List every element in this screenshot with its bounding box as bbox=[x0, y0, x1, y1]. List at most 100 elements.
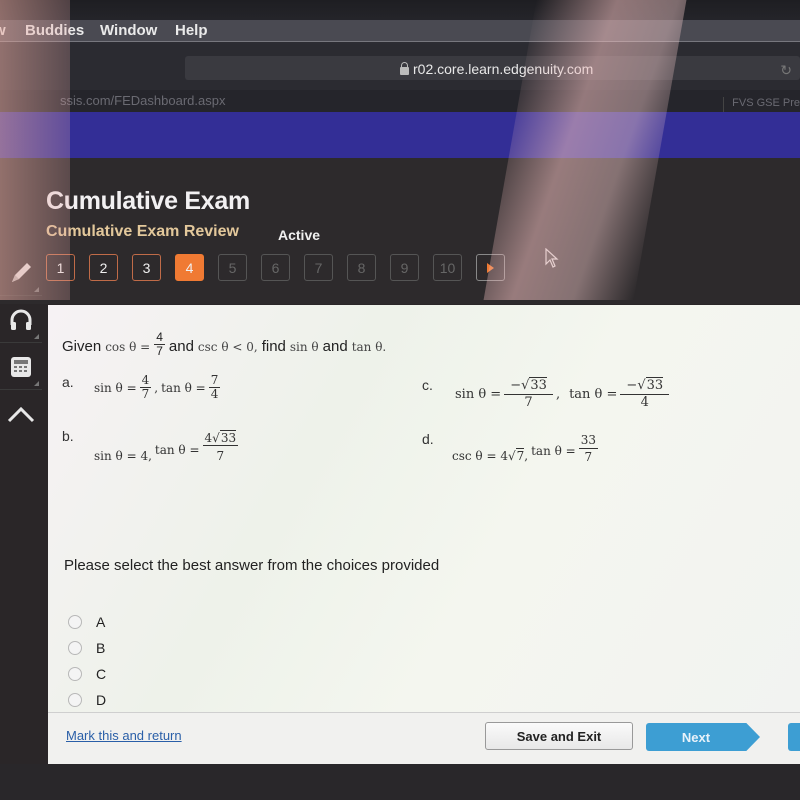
question-button-9[interactable]: 9 bbox=[390, 254, 419, 281]
math-fraction: 33 7 bbox=[578, 432, 598, 465]
choice-b-label: b. bbox=[62, 428, 74, 444]
question-button-4[interactable]: 4 bbox=[175, 254, 204, 281]
math-fraction: 7 4 bbox=[208, 373, 221, 401]
menu-item-window[interactable]: Window bbox=[100, 20, 157, 42]
radicand: 7 bbox=[515, 447, 525, 463]
answer-option-b[interactable]: B bbox=[68, 640, 105, 656]
next-button[interactable]: Next bbox=[646, 723, 760, 751]
math-tan-lhs: tan θ = bbox=[531, 443, 576, 458]
tab-fvs-gse[interactable]: FVS GSE Pre bbox=[723, 97, 800, 113]
fraction-denominator: 4 bbox=[640, 395, 649, 410]
math-csc-value: csc θ = 4√7, bbox=[452, 447, 529, 463]
math-fraction-cos: 4 7 bbox=[154, 331, 165, 358]
fraction-denominator: 4 bbox=[210, 387, 219, 401]
math-tan-lhs: tan θ = bbox=[569, 387, 618, 402]
mouse-cursor-icon bbox=[545, 248, 559, 268]
site-banner bbox=[0, 112, 800, 158]
math-sin: sin θ bbox=[289, 339, 319, 354]
next-question-arrow-button[interactable] bbox=[476, 254, 505, 281]
radicand: 33 bbox=[645, 377, 664, 393]
menu-item-buddies[interactable]: Buddies bbox=[25, 20, 84, 42]
headphones-icon bbox=[10, 309, 32, 330]
fraction-denominator: 7 bbox=[584, 450, 593, 464]
submit-button-partial[interactable] bbox=[788, 723, 800, 751]
question-text-and: and bbox=[322, 338, 348, 355]
menu-item-help[interactable]: Help bbox=[175, 20, 208, 42]
collapse-up-icon bbox=[7, 406, 35, 423]
question-button-7[interactable]: 7 bbox=[304, 254, 333, 281]
reload-icon[interactable]: ↻ bbox=[780, 62, 792, 79]
question-button-2[interactable]: 2 bbox=[89, 254, 118, 281]
choice-a-label: a. bbox=[62, 374, 74, 390]
question-button-10[interactable]: 10 bbox=[433, 254, 462, 281]
coefficient: 4 bbox=[204, 430, 213, 445]
radio-button-b[interactable] bbox=[68, 641, 82, 655]
status-badge: Active bbox=[278, 227, 321, 243]
save-and-exit-button[interactable]: Save and Exit bbox=[485, 722, 633, 750]
math-sin-value: sin θ = 4, bbox=[94, 449, 152, 463]
minus-sign: − bbox=[510, 378, 522, 393]
calculator-tool-button[interactable] bbox=[0, 344, 42, 390]
radicand: 33 bbox=[529, 377, 547, 393]
audio-tool-button[interactable] bbox=[0, 297, 42, 343]
tools-sidebar bbox=[0, 250, 42, 440]
radio-button-c[interactable] bbox=[68, 667, 82, 681]
fraction-numerator: 4 bbox=[154, 330, 165, 345]
fraction-numerator: 7 bbox=[208, 373, 221, 388]
answer-option-d[interactable]: D bbox=[68, 692, 106, 708]
fraction-numerator: 4√33 bbox=[202, 429, 239, 446]
choice-c-expression: sin θ = −√33 7 , tan θ = −√33 4 bbox=[455, 377, 670, 411]
menu-strip: w Buddies Window Help bbox=[0, 20, 800, 42]
pencil-tool-button[interactable] bbox=[0, 250, 42, 296]
radio-button-d[interactable] bbox=[68, 693, 82, 707]
question-button-3[interactable]: 3 bbox=[132, 254, 161, 281]
question-button-5[interactable]: 5 bbox=[218, 254, 247, 281]
question-button-1[interactable]: 1 bbox=[46, 254, 75, 281]
url-display[interactable]: r02.core.learn.edgenuity.com bbox=[400, 61, 593, 77]
mark-and-return-link[interactable]: Mark this and return bbox=[66, 728, 182, 743]
option-label-d[interactable]: D bbox=[96, 692, 106, 708]
math-tan: tan θ. bbox=[351, 339, 387, 354]
radicand: 33 bbox=[219, 429, 237, 445]
choice-d-label: d. bbox=[422, 431, 434, 447]
csc-text: csc θ = 4 bbox=[452, 448, 508, 463]
choice-b-expression: sin θ = 4, tan θ = 4√33 7 bbox=[94, 429, 239, 463]
math-tan-lhs: tan θ = bbox=[154, 443, 200, 457]
activity-subtitle: Cumulative Exam Review bbox=[46, 223, 239, 240]
radio-button-a[interactable] bbox=[68, 615, 82, 629]
choice-c-label: c. bbox=[422, 377, 433, 393]
answer-option-c[interactable]: C bbox=[68, 666, 106, 682]
math-cos-lhs: cos θ = bbox=[105, 339, 151, 354]
answer-option-a[interactable]: A bbox=[68, 614, 105, 630]
lock-icon bbox=[400, 61, 409, 75]
question-button-8[interactable]: 8 bbox=[347, 254, 376, 281]
question-text-and: and bbox=[168, 338, 194, 355]
question-button-6[interactable]: 6 bbox=[261, 254, 290, 281]
minus-sign: − bbox=[626, 378, 638, 393]
fraction-denominator: 7 bbox=[524, 395, 533, 410]
choice-d-expression: csc θ = 4√7, tan θ = 33 7 bbox=[452, 432, 598, 465]
fraction-numerator: −√33 bbox=[620, 377, 670, 395]
separator: , bbox=[555, 387, 561, 402]
question-text-given: Given bbox=[62, 338, 102, 355]
menu-item-view-partial[interactable]: w bbox=[0, 20, 6, 42]
collapse-toolbar-button[interactable] bbox=[0, 391, 42, 437]
fraction-numerator: 33 bbox=[578, 433, 598, 449]
option-label-c[interactable]: C bbox=[96, 666, 106, 682]
math-tan-lhs: tan θ = bbox=[161, 380, 206, 395]
fraction-denominator: 7 bbox=[216, 448, 225, 463]
fraction-numerator: 4 bbox=[139, 373, 152, 388]
option-label-b[interactable]: B bbox=[96, 640, 105, 656]
fraction-numerator: −√33 bbox=[504, 377, 553, 395]
fraction-denominator: 7 bbox=[156, 344, 163, 358]
question-stem: Given cos θ = 4 7 and csc θ < 0, find si… bbox=[62, 331, 387, 360]
option-label-a[interactable]: A bbox=[96, 614, 105, 630]
expand-corner-icon bbox=[34, 334, 39, 339]
screen-bezel bbox=[0, 764, 800, 800]
instructions-text: Please select the best answer from the c… bbox=[64, 557, 440, 574]
url-text: r02.core.learn.edgenuity.com bbox=[413, 61, 594, 77]
math-fraction: 4 7 bbox=[139, 373, 152, 401]
os-menubar: w Buddies Window Help bbox=[0, 0, 800, 44]
separator: , bbox=[524, 448, 529, 463]
tab-dashboard[interactable]: ssis.com/FEDashboard.aspx bbox=[60, 93, 225, 108]
